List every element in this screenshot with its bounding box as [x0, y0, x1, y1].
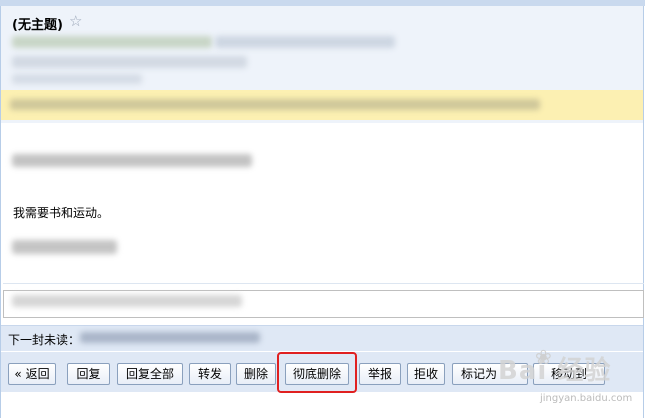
forward-button[interactable]: 转发 [189, 363, 231, 385]
delete-button[interactable]: 删除 [236, 363, 276, 385]
report-button[interactable]: 举报 [359, 363, 401, 385]
sender-info-redacted [12, 36, 212, 48]
back-button[interactable]: « 返回 [8, 363, 56, 385]
notice-text-redacted [10, 99, 540, 110]
reject-button[interactable]: 拒收 [407, 363, 445, 385]
next-unread-label: 下一封未读： [8, 333, 81, 347]
reply-divider [3, 283, 644, 284]
watermark-url: jingyan.baidu.com [540, 393, 633, 404]
permanent-delete-highlight [277, 352, 357, 393]
header-top-border [0, 0, 645, 6]
sender-info-redacted-2 [215, 36, 395, 48]
reply-placeholder-redacted [12, 295, 242, 307]
body-text: 我需要书和运动。 [13, 206, 110, 220]
body-line-redacted [12, 154, 252, 167]
signature-redacted [12, 240, 117, 254]
mail-subject: (无主题) [12, 18, 63, 33]
recipient-info-redacted [12, 74, 142, 84]
reply-button[interactable]: 回复 [67, 363, 110, 385]
time-info-redacted [12, 56, 247, 68]
reply-all-button[interactable]: 回复全部 [117, 363, 183, 385]
star-outline-icon[interactable]: ☆ [69, 12, 82, 30]
next-unread-subject-redacted[interactable] [80, 332, 260, 343]
watermark: Bai 经验 [498, 356, 612, 386]
